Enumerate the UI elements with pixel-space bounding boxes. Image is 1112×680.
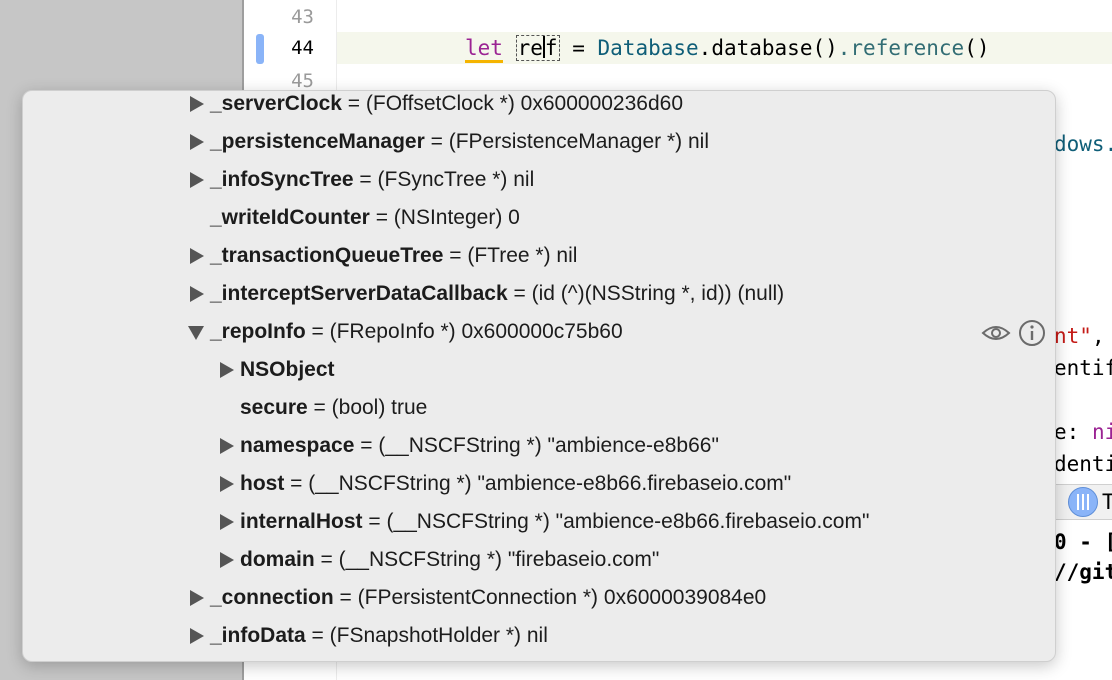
disclosure-triangle-icon[interactable]	[220, 362, 234, 378]
disclosure-triangle-icon[interactable]	[190, 286, 204, 302]
variable-row[interactable]: NSObject	[240, 354, 335, 386]
variable-row[interactable]: secure = (bool) true	[240, 392, 427, 424]
call-database: .database	[698, 36, 813, 60]
variable-row[interactable]: _persistenceManager = (FPersistenceManag…	[210, 126, 709, 158]
console-output-2: //git	[1054, 560, 1112, 584]
disclosure-triangle-icon[interactable]	[220, 514, 234, 530]
disclosure-triangle-icon[interactable]	[190, 134, 204, 150]
console-fragment: T	[1102, 490, 1112, 514]
disclosure-triangle-icon[interactable]	[190, 590, 204, 606]
line-number-43: 43	[291, 6, 314, 28]
variable-row[interactable]: internalHost = (__NSCFString *) "ambienc…	[240, 506, 869, 538]
variable-row-expanded[interactable]: _repoInfo = (FRepoInfo *) 0x600000c75b60	[210, 316, 623, 348]
variable-row[interactable]: host = (__NSCFString *) "ambience-e8b66.…	[240, 468, 791, 500]
variable-row[interactable]: _connection = (FPersistentConnection *) …	[210, 582, 766, 614]
variable-row[interactable]: _interceptServerDataCallback = (id (^)(N…	[210, 278, 784, 310]
code-fragment-5: denti	[1054, 452, 1112, 476]
line-number-44: 44	[291, 37, 314, 59]
type-database: Database	[597, 36, 699, 60]
disclosure-triangle-icon[interactable]	[190, 248, 204, 264]
console-toggle-icon[interactable]	[1068, 487, 1098, 517]
eye-icon[interactable]	[981, 320, 1011, 346]
variable-row[interactable]: namespace = (__NSCFString *) "ambience-e…	[240, 430, 719, 462]
variable-row[interactable]: _writeIdCounter = (NSInteger) 0	[210, 202, 520, 234]
variable-row[interactable]: _transactionQueueTree = (FTree *) nil	[210, 240, 577, 272]
info-icon[interactable]	[1018, 319, 1046, 347]
variable-row[interactable]: _infoSyncTree = (FSyncTree *) nil	[210, 164, 534, 196]
variable-row[interactable]: _infoData = (FSnapshotHolder *) nil	[210, 620, 548, 652]
disclosure-triangle-icon[interactable]	[190, 96, 204, 112]
variable-row[interactable]: _serverClock = (FOffsetClock *) 0x600000…	[210, 88, 683, 120]
disclosure-triangle-icon[interactable]	[190, 172, 204, 188]
disclosure-triangle-expanded-icon[interactable]	[188, 326, 204, 340]
code-fragment-4: e: ni	[1054, 420, 1112, 444]
variable-inspector-popover[interactable]	[22, 90, 1056, 662]
identifier-ref[interactable]: ref	[515, 35, 560, 61]
call-reference: .reference	[837, 36, 965, 60]
disclosure-triangle-icon[interactable]	[220, 438, 234, 454]
keyword-let: let	[465, 36, 503, 63]
code-line-44[interactable]: let ref = Database.database().reference(…	[465, 35, 990, 63]
disclosure-triangle-icon[interactable]	[190, 628, 204, 644]
assign-operator: =	[572, 36, 585, 60]
variable-row[interactable]: domain = (__NSCFString *) "firebaseio.co…	[240, 544, 659, 576]
code-fragment-3: entif	[1054, 356, 1112, 380]
disclosure-triangle-icon[interactable]	[220, 552, 234, 568]
disclosure-triangle-icon[interactable]	[220, 476, 234, 492]
console-output-1: 0 - [	[1054, 530, 1112, 554]
code-fragment-2: nt",	[1054, 324, 1105, 348]
code-fragment-1: dows.	[1054, 132, 1112, 156]
